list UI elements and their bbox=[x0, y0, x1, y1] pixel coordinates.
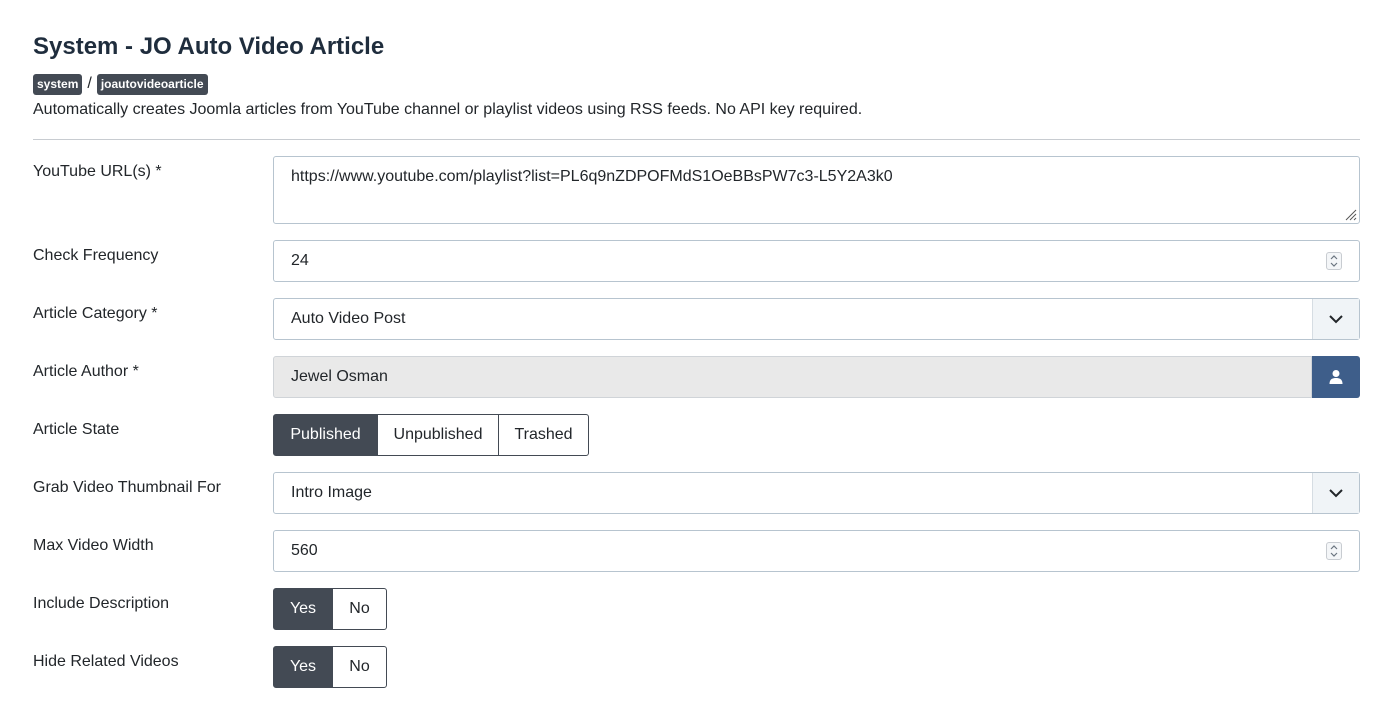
page-title: System - JO Auto Video Article bbox=[33, 33, 385, 60]
thumbnail-for-label: Grab Video Thumbnail For bbox=[33, 479, 221, 496]
include-description-no-button[interactable]: No bbox=[332, 588, 387, 630]
breadcrumb-separator: / bbox=[87, 75, 92, 92]
breadcrumb-badge-element: joautovideoarticle bbox=[96, 73, 208, 95]
article-category-value: Auto Video Post bbox=[291, 310, 406, 327]
hide-related-label: Hide Related Videos bbox=[33, 653, 179, 670]
thumbnail-for-dropdown-toggle[interactable] bbox=[1312, 473, 1359, 513]
include-description-yes-button[interactable]: Yes bbox=[273, 588, 333, 630]
breadcrumb-badge-group: system bbox=[33, 73, 83, 95]
check-frequency-label: Check Frequency bbox=[33, 247, 159, 264]
user-icon bbox=[1329, 370, 1343, 384]
thumbnail-for-select[interactable]: Intro Image bbox=[273, 472, 1360, 514]
chevron-down-icon bbox=[1329, 489, 1343, 498]
article-author-field: Jewel Osman bbox=[273, 356, 1312, 398]
hide-related-yes-button[interactable]: Yes bbox=[273, 646, 333, 688]
hide-related-toggle-group: Yes No bbox=[273, 646, 387, 688]
chevron-down-icon bbox=[1329, 315, 1343, 324]
plugin-description: Automatically creates Joomla articles fr… bbox=[33, 101, 863, 118]
check-frequency-spinner[interactable] bbox=[1326, 252, 1342, 270]
article-category-dropdown-toggle[interactable] bbox=[1312, 299, 1359, 339]
article-category-label: Article Category * bbox=[33, 305, 158, 322]
check-frequency-value: 24 bbox=[291, 252, 309, 269]
breadcrumb: system / joautovideoarticle bbox=[33, 73, 208, 95]
include-description-label: Include Description bbox=[33, 595, 170, 612]
max-video-width-value: 560 bbox=[291, 542, 318, 559]
state-trashed-button[interactable]: Trashed bbox=[498, 414, 589, 456]
select-author-button[interactable] bbox=[1312, 356, 1360, 398]
max-video-width-input[interactable]: 560 bbox=[273, 530, 1360, 572]
max-video-width-spinner[interactable] bbox=[1326, 542, 1342, 560]
max-video-width-label: Max Video Width bbox=[33, 537, 154, 554]
up-down-arrows-icon bbox=[1330, 255, 1338, 267]
youtube-urls-label: YouTube URL(s) * bbox=[33, 163, 162, 180]
hide-related-no-button[interactable]: No bbox=[332, 646, 387, 688]
youtube-urls-value: https://www.youtube.com/playlist?list=PL… bbox=[291, 168, 893, 185]
thumbnail-for-value: Intro Image bbox=[291, 484, 372, 501]
include-description-toggle-group: Yes No bbox=[273, 588, 387, 630]
article-state-toggle-group: Published Unpublished Trashed bbox=[273, 414, 589, 456]
check-frequency-input[interactable]: 24 bbox=[273, 240, 1360, 282]
article-category-select[interactable]: Auto Video Post bbox=[273, 298, 1360, 340]
youtube-urls-textarea[interactable]: https://www.youtube.com/playlist?list=PL… bbox=[273, 156, 1360, 224]
state-published-button[interactable]: Published bbox=[273, 414, 378, 456]
state-unpublished-button[interactable]: Unpublished bbox=[377, 414, 499, 456]
article-author-label: Article Author * bbox=[33, 363, 139, 380]
header-divider bbox=[33, 139, 1360, 140]
resize-handle-icon[interactable] bbox=[1345, 209, 1357, 221]
article-state-label: Article State bbox=[33, 421, 120, 438]
up-down-arrows-icon bbox=[1330, 545, 1338, 557]
article-author-value: Jewel Osman bbox=[291, 368, 388, 385]
